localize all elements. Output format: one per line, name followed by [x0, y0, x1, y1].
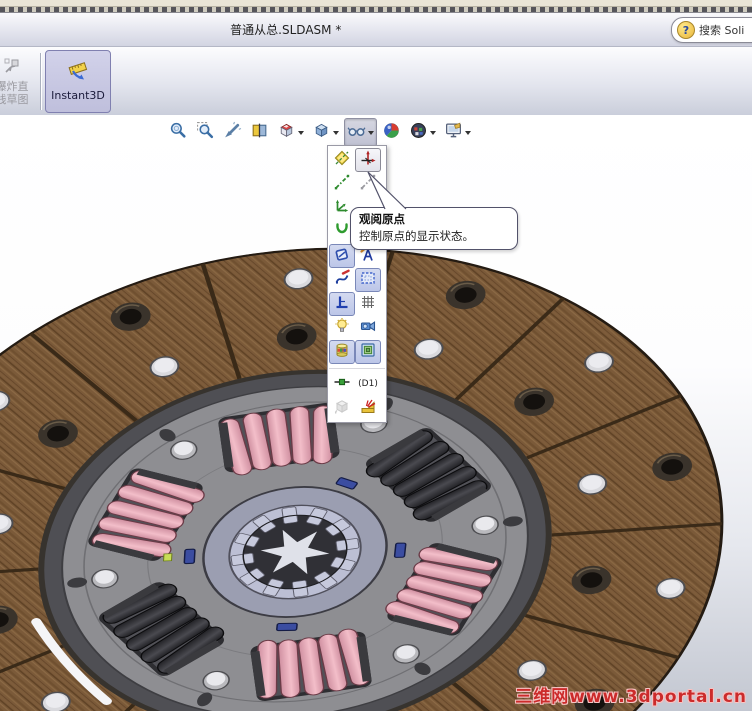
window-top-strip [0, 0, 752, 7]
edit-appearance-icon [382, 121, 401, 144]
view-cube-disabled-icon [333, 397, 351, 419]
view-settings-button[interactable] [441, 118, 474, 147]
view-selection-box-icon [359, 269, 377, 291]
menu-item-view-sketches[interactable] [329, 244, 355, 268]
menu-item-view-axes[interactable] [329, 172, 355, 196]
document-title: 普通从总.SLDASM * [230, 23, 342, 37]
dropdown-caret-icon[interactable] [333, 130, 339, 135]
title-bar: 普通从总.SLDASM * ? 搜索 Soli [0, 13, 752, 47]
menu-row [329, 316, 385, 340]
view-axes-icon [333, 173, 351, 195]
view-lights-icon [333, 317, 351, 339]
menu-item-view-cameras[interactable] [355, 316, 381, 340]
section-view-button[interactable] [247, 118, 272, 147]
menu-row [329, 268, 385, 292]
dropdown-caret-icon[interactable] [368, 130, 374, 135]
dimension-label-text: (D1) [358, 379, 378, 389]
apply-scene-icon [409, 121, 428, 144]
view-spline-points-icon [333, 269, 351, 291]
toolbar-separator [40, 53, 41, 110]
dropdown-caret-icon[interactable] [298, 130, 304, 135]
view-decals-icon [333, 341, 351, 363]
hide-show-items-button[interactable] [344, 118, 377, 147]
view-nested-boxes-icon [359, 341, 377, 363]
view-origins-icon [359, 149, 377, 171]
heads-up-view-toolbar [166, 118, 474, 147]
view-cameras-icon [359, 317, 377, 339]
menu-item-view-grid[interactable] [355, 292, 381, 316]
hide-show-items-menu: (D1) [327, 145, 387, 423]
menu-item-view-decals[interactable] [329, 340, 355, 364]
dropdown-caret-icon[interactable] [465, 130, 471, 135]
search-box[interactable]: ? 搜索 Soli [671, 17, 752, 43]
menu-row [329, 148, 385, 172]
explode-line-sketch-icon [1, 57, 23, 80]
menu-item-view-lights[interactable] [329, 316, 355, 340]
hide-show-items-icon [347, 121, 366, 144]
menu-row: (D1) [329, 372, 385, 396]
watermark: 三维网www.3dportal.cn [515, 687, 747, 707]
menu-item-view-connector[interactable] [329, 372, 355, 396]
help-bubble-icon[interactable]: ? [677, 21, 695, 39]
dropdown-caret-icon[interactable] [430, 130, 436, 135]
command-toolbar: 爆炸直 线草图 Instant3D [0, 47, 752, 117]
zoom-to-area-icon [196, 121, 215, 144]
instant3d-button[interactable]: Instant3D [45, 50, 111, 113]
explode-line-sketch-label-1: 爆炸直 [0, 80, 29, 93]
view-grid-icon [359, 293, 377, 315]
view-temporary-axes-icon [359, 173, 377, 195]
view-planes-icon [333, 149, 351, 171]
menu-item-view-sketch-relations[interactable] [329, 292, 355, 316]
previous-view-icon [223, 121, 242, 144]
tooltip-title: 观阅原点 [359, 212, 405, 226]
view-sketch-relations-icon [333, 293, 351, 315]
explode-line-sketch-button[interactable]: 爆炸直 线草图 [0, 50, 38, 113]
instant3d-icon [65, 61, 91, 86]
graphics-viewport[interactable]: (D1) 观阅原点 控制原点的显示状态。 三维网www.3dportal.cn [0, 115, 752, 711]
zoom-to-fit-icon [169, 121, 188, 144]
menu-item-dimension-label[interactable]: (D1) [355, 372, 381, 396]
tooltip-description: 控制原点的显示状态。 [359, 229, 474, 243]
tooltip-view-origins: 观阅原点 控制原点的显示状态。 [350, 207, 518, 250]
view-sketches-icon [333, 245, 351, 267]
zoom-to-area-button[interactable] [193, 118, 218, 147]
display-style-icon [312, 121, 331, 144]
instant3d-label: Instant3D [51, 89, 105, 102]
view-orientation-icon [277, 121, 296, 144]
menu-item-view-selection-box[interactable] [355, 268, 381, 292]
menu-row [329, 172, 385, 196]
menu-row [329, 396, 385, 420]
menu-item-view-cube-disabled[interactable] [329, 396, 355, 420]
menu-item-view-weld-beads[interactable] [355, 396, 381, 420]
display-style-button[interactable] [309, 118, 342, 147]
view-orientation-button[interactable] [274, 118, 307, 147]
menu-item-view-planes[interactable] [329, 148, 355, 172]
previous-view-button[interactable] [220, 118, 245, 147]
menu-item-view-nested-boxes[interactable] [355, 340, 381, 364]
menu-item-view-origins[interactable] [355, 148, 381, 172]
view-weld-beads-icon [359, 397, 377, 419]
view-curves-icon [333, 221, 351, 243]
menu-row [329, 292, 385, 316]
view-settings-icon [444, 121, 463, 144]
menu-separator [329, 364, 385, 372]
explode-line-sketch-label-2: 线草图 [0, 93, 29, 106]
zoom-to-fit-button[interactable] [166, 118, 191, 147]
menu-row [329, 340, 385, 364]
view-coordinate-systems-icon [333, 197, 351, 219]
view-connector-icon [333, 373, 351, 395]
solidworks-window: 普通从总.SLDASM * ? 搜索 Soli 爆炸直 线草图 Instant3… [0, 0, 752, 711]
section-view-icon [250, 121, 269, 144]
apply-scene-button[interactable] [406, 118, 439, 147]
edit-appearance-button[interactable] [379, 118, 404, 147]
menu-item-view-spline-points[interactable] [329, 268, 355, 292]
menu-item-view-temporary-axes[interactable] [355, 172, 381, 196]
search-input[interactable]: 搜索 Soli [699, 22, 744, 38]
